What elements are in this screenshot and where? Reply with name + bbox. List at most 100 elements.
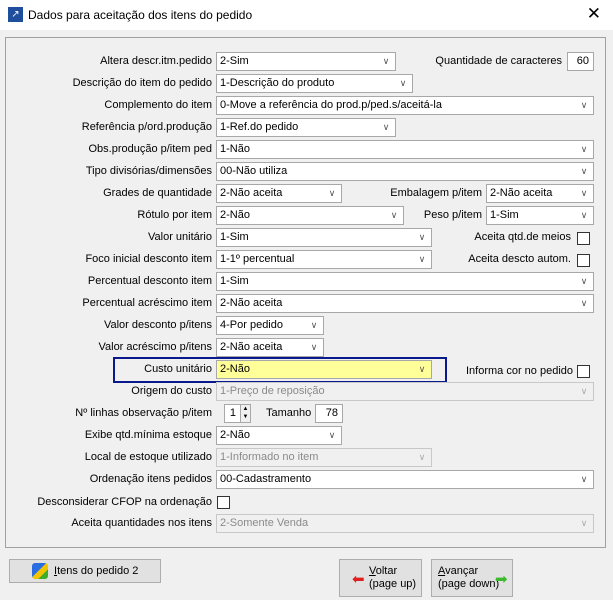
select-value: 2-Somente Venda <box>220 517 309 529</box>
exibe-qtd-select[interactable]: 2-Não ∨ <box>216 426 342 445</box>
chevron-down-icon: ∨ <box>382 122 390 132</box>
label-altera-descr: Altera descr.itm.pedido <box>100 55 212 67</box>
button-label: vançar <box>445 565 479 577</box>
label-tamanho: Tamanho <box>266 407 312 419</box>
perc-desconto-select[interactable]: 1-Sim ∨ <box>216 272 594 291</box>
label-qtd-caracteres: Quantidade de caracteres <box>435 55 562 67</box>
tamanho-input[interactable]: 78 <box>315 404 343 423</box>
chevron-down-icon: ∨ <box>418 232 426 242</box>
close-icon[interactable]: ✕ <box>587 4 601 24</box>
altera-descr-select[interactable]: 2-Sim ∨ <box>216 52 396 71</box>
title-bar: ↗ Dados para aceitação dos itens do pedi… <box>0 0 613 30</box>
chevron-down-icon: ∨ <box>418 452 426 462</box>
label-tipo-divisorias: Tipo divisórias/dimensões <box>85 165 212 177</box>
peso-select[interactable]: 1-Sim ∨ <box>486 206 594 225</box>
linhas-obs-input[interactable]: 1 <box>224 404 241 423</box>
descricao-item-select[interactable]: 1-Descrição do produto ∨ <box>216 74 413 93</box>
chevron-down-icon: ∨ <box>382 56 390 66</box>
chevron-down-icon: ∨ <box>580 298 588 308</box>
chevron-down-icon: ∨ <box>580 386 588 396</box>
obs-producao-select[interactable]: 1-Não ∨ <box>216 140 594 159</box>
referencia-select[interactable]: 1-Ref.do pedido ∨ <box>216 118 396 137</box>
chevron-down-icon: ∨ <box>580 210 588 220</box>
chevron-down-icon: ∨ <box>580 518 588 528</box>
accelerator-key: V <box>369 565 376 577</box>
select-value: 1-Descrição do produto <box>220 77 335 89</box>
ordenacao-select[interactable]: 00-Cadastramento ∨ <box>216 470 594 489</box>
select-value: 1-Sim <box>220 275 249 287</box>
label-desconsiderar-cfop: Desconsiderar CFOP na ordenação <box>37 496 212 508</box>
grades-select[interactable]: 2-Não aceita ∨ <box>216 184 342 203</box>
label-exibe-qtd: Exibe qtd.mínima estoque <box>84 429 212 441</box>
label-rotulo: Rótulo por item <box>137 209 212 221</box>
custo-unitario-select[interactable]: 2-Não ∨ <box>216 360 432 379</box>
label-origem-custo: Origem do custo <box>131 385 212 397</box>
select-value: 2-Não <box>220 209 250 221</box>
embalagem-select[interactable]: 2-Não aceita ∨ <box>486 184 594 203</box>
chevron-down-icon: ∨ <box>418 364 426 374</box>
label-aceita-qtds: Aceita quantidades nos itens <box>71 517 212 529</box>
button-sublabel: (page up) <box>369 578 417 590</box>
chevron-down-icon: ∨ <box>580 474 588 484</box>
chevron-down-icon: ∨ <box>580 188 588 198</box>
select-value: 1-Sim <box>220 231 249 243</box>
qtd-caracteres-input[interactable]: 60 <box>567 52 594 71</box>
label-peso: Peso p/item <box>423 209 482 221</box>
valor-desconto-select[interactable]: 4-Por pedido ∨ <box>216 316 324 335</box>
select-value: 1-Informado no item <box>220 451 319 463</box>
label-linhas-obs: Nº linhas observação p/item <box>75 407 212 419</box>
select-value: 1-1º percentual <box>220 253 295 265</box>
chevron-down-icon: ∨ <box>328 188 336 198</box>
label-aceita-descto: Aceita descto autom. <box>468 253 571 265</box>
local-estoque-select: 1-Informado no item ∨ <box>216 448 432 467</box>
chevron-down-icon: ∨ <box>399 78 407 88</box>
select-value: 1-Preço de reposição <box>220 385 325 397</box>
label-ordenacao: Ordenação itens pedidos <box>89 473 212 485</box>
chevron-down-icon: ∨ <box>418 254 426 264</box>
select-value: 00-Não utiliza <box>220 165 288 177</box>
chevron-down-icon: ∨ <box>580 144 588 154</box>
valor-acrescimo-select[interactable]: 2-Não aceita ∨ <box>216 338 324 357</box>
select-value: 1-Não <box>220 143 250 155</box>
aceita-descto-checkbox[interactable] <box>577 254 590 267</box>
avancar-button[interactable]: Avançar (page down) ➡ <box>431 559 513 597</box>
label-informa-cor: Informa cor no pedido <box>465 365 573 377</box>
button-sublabel: (page down) <box>438 578 500 590</box>
cubes-icon <box>32 563 48 579</box>
chevron-down-icon: ∨ <box>580 276 588 286</box>
label-valor-unitario: Valor unitário <box>148 231 212 243</box>
informa-cor-checkbox[interactable] <box>577 365 590 378</box>
valor-unitario-select[interactable]: 1-Sim ∨ <box>216 228 432 247</box>
label-complemento: Complemento do item <box>104 99 212 111</box>
itens-pedido-button[interactable]: Itens do pedido 2 <box>9 559 161 583</box>
arrow-left-icon: ⬅ <box>352 571 365 588</box>
complemento-select[interactable]: 0-Move a referência do prod.p/ped.s/acei… <box>216 96 594 115</box>
label-custo-unitario: Custo unitário <box>144 363 212 375</box>
label-grades: Grades de quantidade <box>103 187 212 199</box>
origem-custo-select: 1-Preço de reposição ∨ <box>216 382 594 401</box>
select-value: 00-Cadastramento <box>220 473 312 485</box>
chevron-down-icon: ∨ <box>310 342 318 352</box>
chevron-down-icon: ∨ <box>580 166 588 176</box>
aceita-meios-checkbox[interactable] <box>577 232 590 245</box>
label-obs-producao: Obs.produção p/item ped <box>88 143 212 155</box>
foco-desconto-select[interactable]: 1-1º percentual ∨ <box>216 250 432 269</box>
aceita-qtds-select: 2-Somente Venda ∨ <box>216 514 594 533</box>
rotulo-select[interactable]: 2-Não ∨ <box>216 206 404 225</box>
chevron-down-icon: ∨ <box>328 430 336 440</box>
window-title: Dados para aceitação dos itens do pedido <box>28 8 253 22</box>
select-value: 2-Sim <box>220 55 249 67</box>
perc-acrescimo-select[interactable]: 2-Não aceita ∨ <box>216 294 594 313</box>
tipo-divisorias-select[interactable]: 00-Não utiliza ∨ <box>216 162 594 181</box>
button-label: tens do pedido 2 <box>57 565 139 577</box>
desconsiderar-cfop-checkbox[interactable] <box>217 496 230 509</box>
label-descricao-item: Descrição do item do pedido <box>72 77 212 89</box>
chevron-down-icon: ∨ <box>580 100 588 110</box>
label-foco-desconto: Foco inicial desconto item <box>85 253 212 265</box>
label-aceita-meios: Aceita qtd.de meios <box>474 231 571 243</box>
spinner-arrows-icon[interactable]: ▲ ▼ <box>240 404 251 423</box>
label-valor-desconto: Valor desconto p/itens <box>103 319 212 331</box>
select-value: 2-Não <box>220 363 250 375</box>
voltar-button[interactable]: ⬅ Voltar (page up) <box>339 559 422 597</box>
select-value: 2-Não aceita <box>220 297 283 309</box>
